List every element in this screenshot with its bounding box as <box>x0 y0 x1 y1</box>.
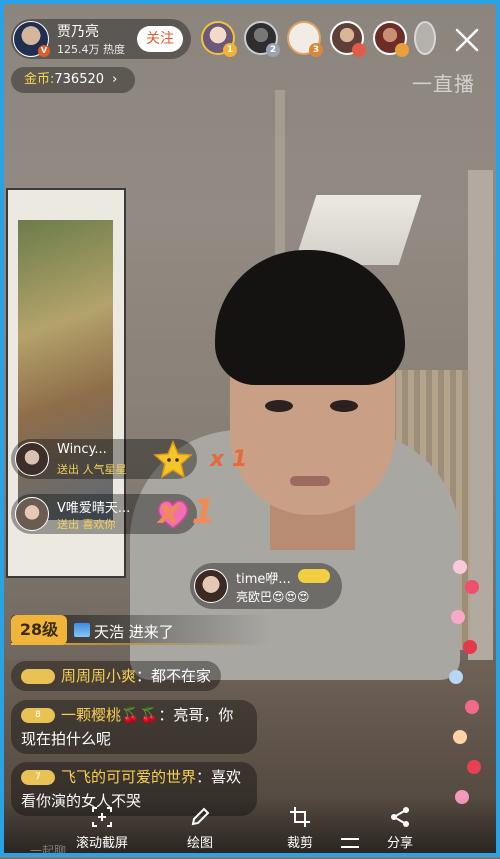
floating-hearts <box>447 540 487 830</box>
gift-sender-name: Wincy... <box>57 442 107 457</box>
chat-level-badge <box>21 669 55 684</box>
chat-level-badge: 8 <box>21 708 55 723</box>
chat-username[interactable]: 一颗樱桃🍒🍒 <box>61 706 158 724</box>
follow-button[interactable]: 关注 <box>137 26 183 52</box>
viewer-badge-4 <box>352 43 366 57</box>
chat-text-continued: 现在拍什么呢 <box>21 730 112 748</box>
heart-particle <box>463 640 477 654</box>
chat-username[interactable]: 飞飞的可可爱的世界 <box>61 768 196 786</box>
gift-sender-avatar[interactable] <box>15 442 49 476</box>
crop-button[interactable]: 裁剪 <box>280 806 320 851</box>
viewer-rank-2: 2 <box>266 43 280 57</box>
chat-input-hint[interactable]: 一起聊... <box>30 842 77 859</box>
streamer-mouth <box>290 476 330 486</box>
chat-username[interactable]: 周周周小爽 <box>61 667 136 685</box>
pencil-icon <box>191 807 210 826</box>
heart-particle <box>465 700 479 714</box>
chat-text: ：喜欢 <box>196 768 242 786</box>
toolbar-label: 滚动截屏 <box>75 836 128 851</box>
streamer-eye-right <box>330 400 358 412</box>
heart-particle <box>467 760 481 774</box>
chat-message: 周周周小爽：都不在家 <box>11 661 222 691</box>
gift-count-2: x 1 <box>158 492 216 532</box>
chat-level-badge: 7 <box>21 770 55 785</box>
host-heat: 125.4万 热度 <box>57 43 125 56</box>
scroll-screenshot-icon <box>92 807 112 827</box>
host-name: 贾乃亮 <box>57 24 99 40</box>
floating-comment: time咿... 亮欧巴😍😍😍 <box>190 563 342 609</box>
gift-sender-name: V唯爱晴天... <box>57 501 131 516</box>
commenter-name: time咿... <box>236 572 291 587</box>
toolbar-label: 分享 <box>386 836 413 851</box>
entry-flag-icon <box>74 623 90 637</box>
draw-button[interactable]: 绘图 <box>180 806 220 851</box>
gift-notification-1: Wincy... 送出 人气星星 <box>11 439 197 479</box>
gift-count-1: x 1 <box>210 447 248 472</box>
coins-value: 736520 <box>54 72 105 87</box>
viewer-rank-3: 3 <box>309 43 323 57</box>
menu-lines-icon <box>341 838 359 848</box>
crop-icon <box>290 807 310 827</box>
gift-description: 送出 喜欢你 <box>57 518 116 531</box>
viewer-rank-1: 1 <box>223 43 237 57</box>
viewer-avatar-6[interactable] <box>414 21 436 55</box>
chat-text: ：亮哥，你 <box>158 706 234 724</box>
toolbar-label: 裁剪 <box>286 836 313 851</box>
gift-sender-avatar[interactable] <box>15 497 49 531</box>
gift-description: 送出 人气星星 <box>57 463 127 476</box>
heart-particle <box>465 580 479 594</box>
streamer-eye-left <box>265 400 293 412</box>
heart-particle <box>451 610 465 624</box>
share-icon <box>391 807 409 827</box>
close-icon[interactable] <box>453 26 481 54</box>
heart-particle <box>449 670 463 684</box>
platform-watermark: 一直播 <box>412 72 475 96</box>
coins-arrow-icon: › <box>112 72 118 87</box>
comment-text: 亮欧巴😍😍😍 <box>236 590 310 604</box>
chat-message: 8 一颗樱桃🍒🍒：亮哥，你 现在拍什么呢 <box>11 700 257 754</box>
coins-label: 金币: <box>24 72 55 87</box>
star-icon <box>153 440 193 479</box>
streamer-hair <box>215 250 405 385</box>
viewer-badge-5 <box>395 43 409 57</box>
heart-particle <box>453 560 467 574</box>
verified-badge: V <box>38 45 50 57</box>
entry-text: 天浩 进来了 <box>94 623 174 641</box>
heart-particle <box>453 730 467 744</box>
scroll-screenshot-button[interactable]: 滚动截屏 <box>72 806 132 851</box>
chat-text: ：都不在家 <box>136 667 212 685</box>
entry-level-badge: 28级 <box>11 615 67 645</box>
share-button[interactable]: 分享 <box>380 806 420 851</box>
menu-icon[interactable] <box>339 836 361 854</box>
commenter-avatar[interactable] <box>194 569 228 603</box>
level-badge <box>298 569 330 583</box>
toolbar-label: 绘图 <box>186 836 213 851</box>
coins-pill[interactable]: 金币:736520 › <box>11 67 135 93</box>
